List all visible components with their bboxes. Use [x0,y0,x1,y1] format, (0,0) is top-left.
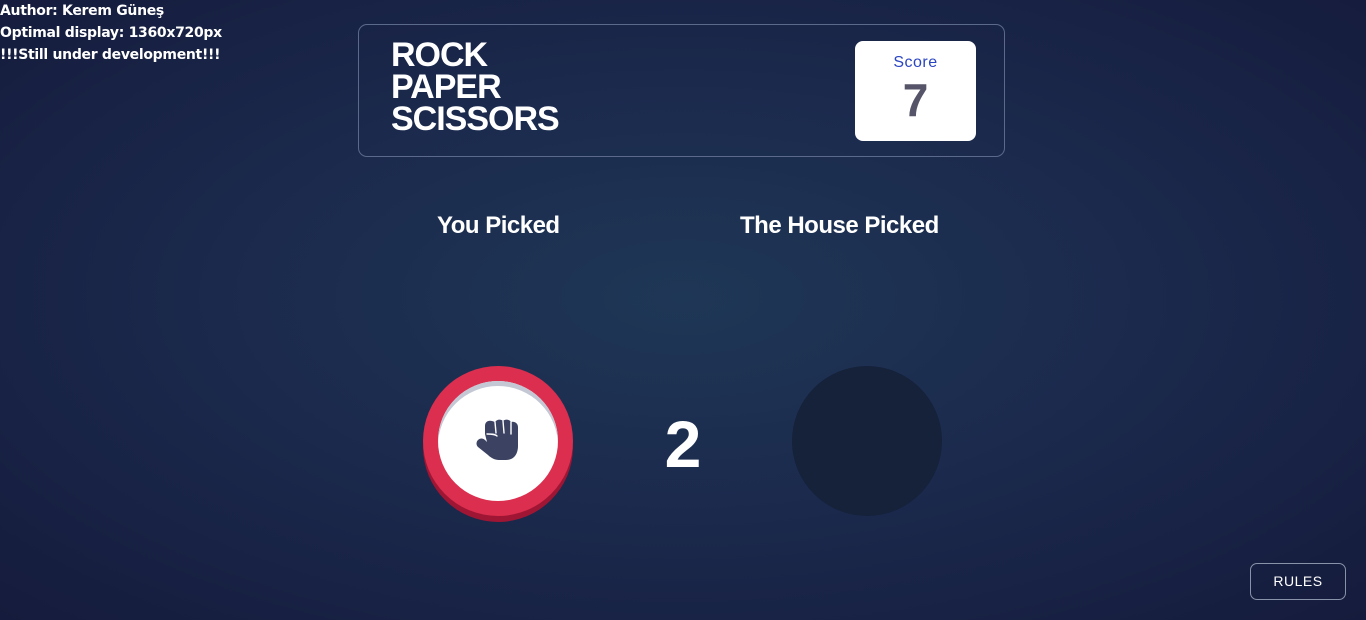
title-line-scissors: SCISSORS [391,100,560,138]
rules-button[interactable]: RULES [1250,563,1346,600]
you-picked-label: You Picked [437,212,560,239]
title-line-rock: ROCK [391,36,488,74]
player-choice-rock [423,366,573,522]
author-text: Author: Kerem Güneş [0,3,164,19]
development-status-text: !!!Still under development!!! [0,47,221,63]
scoreboard-header: ROCK PAPER SCISSORS Score 7 [358,24,1005,157]
house-picked-label: The House Picked [740,212,939,239]
score-box: Score 7 [855,41,976,141]
developer-info: Author: Kerem Güneş Optimal display: 136… [0,0,222,66]
score-value: 7 [902,74,929,126]
countdown-number: 2 [664,407,702,481]
score-label: Score [893,54,938,71]
chip-face [438,381,558,501]
house-choice-placeholder [792,366,942,516]
title-line-paper: PAPER [391,68,502,106]
optimal-display-text: Optimal display: 1360x720px [0,25,222,41]
game-title: ROCK PAPER SCISSORS [391,36,560,138]
rock-fist-icon [476,419,518,460]
